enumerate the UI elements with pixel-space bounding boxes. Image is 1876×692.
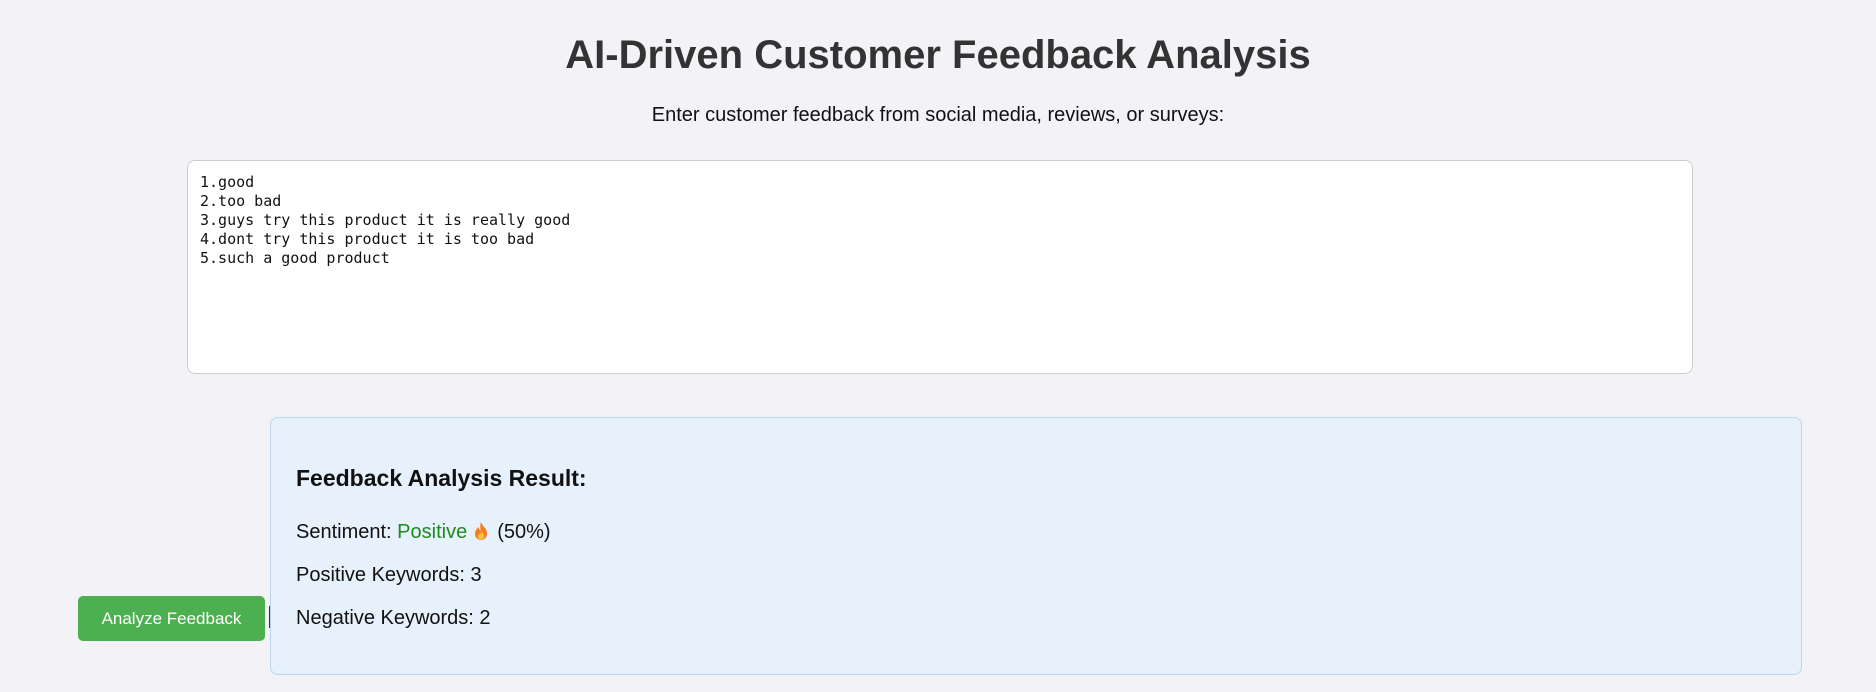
feedback-textarea[interactable]: 1.good 2.too bad 3.guys try this product… (187, 160, 1693, 374)
sentiment-value: Positive (397, 521, 468, 543)
result-heading: Feedback Analysis Result: (296, 465, 587, 491)
page-title: AI-Driven Customer Feedback Analysis (565, 33, 1311, 77)
analyze-feedback-button[interactable]: Analyze Feedback (78, 596, 265, 641)
negative-keywords: Negative Keywords: 2 (296, 607, 491, 629)
sentiment-line: Sentiment: Positive (50%) (296, 518, 551, 549)
sentiment-percent: (50%) (497, 521, 551, 543)
positive-keywords: Positive Keywords: 3 (296, 564, 482, 586)
feedback-instructions: Enter customer feedback from social medi… (651, 104, 1225, 126)
fire-icon (473, 521, 489, 549)
sentiment-label: Sentiment: (296, 521, 392, 543)
